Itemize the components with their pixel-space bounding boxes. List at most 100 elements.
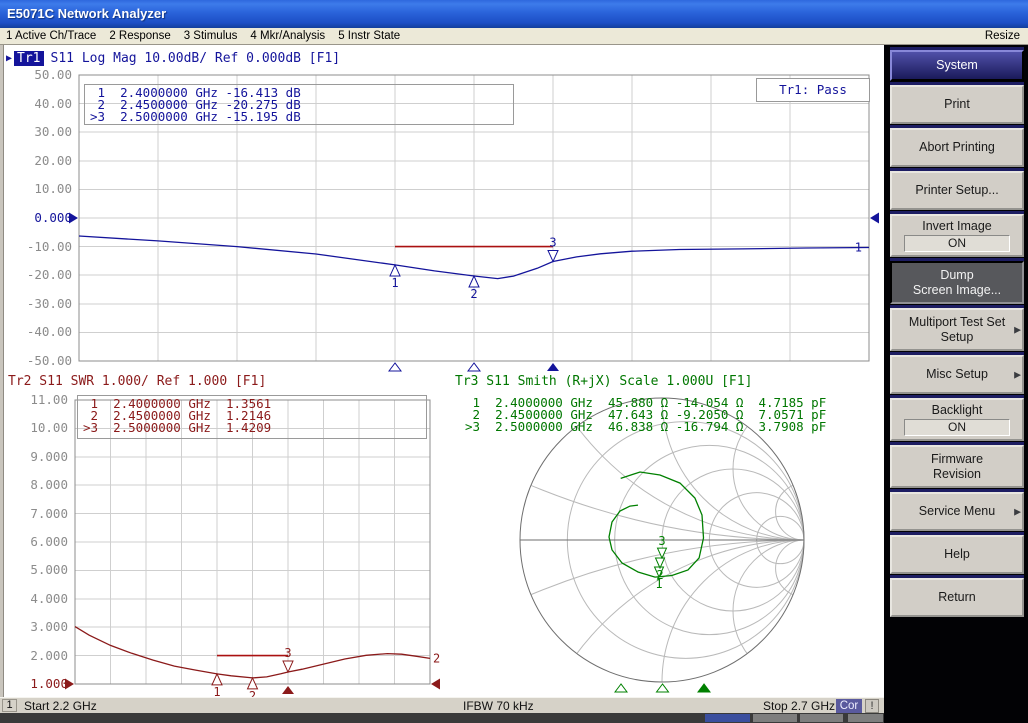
softkey-label: Dump xyxy=(940,268,973,283)
marker-row: >3 2.5000000 GHz -15.195 dB xyxy=(90,111,513,123)
window-title: E5071C Network Analyzer xyxy=(7,6,166,21)
taskbar-sliver xyxy=(0,713,884,723)
svg-text:3: 3 xyxy=(549,235,556,249)
submenu-arrow-icon: ▶ xyxy=(1014,506,1021,517)
softkey-label: Help xyxy=(944,547,970,562)
softkey-state-indicator: ON xyxy=(904,419,1010,436)
marker-3-stimulus xyxy=(282,686,294,694)
svg-text:2: 2 xyxy=(249,689,256,697)
softkey-return[interactable]: Return xyxy=(890,578,1024,617)
softkey-state-indicator: ON xyxy=(904,235,1010,252)
marker-row: >3 2.5000000 GHz 1.4209 xyxy=(83,422,426,434)
charts-canvas: 12311232123 xyxy=(0,45,884,697)
stop-frequency-label: Stop 2.7 GHz xyxy=(763,699,835,713)
tr2-chart: 1 2 3 2 xyxy=(65,400,440,697)
submenu-arrow-icon: ▶ xyxy=(1014,369,1021,380)
svg-text:3: 3 xyxy=(658,534,665,548)
tr3-marker-table: 1 2.4000000 GHz 45.880 Ω -14.054 Ω 4.718… xyxy=(460,395,862,439)
marker-3 xyxy=(548,250,558,261)
softkey-label: Abort Printing xyxy=(919,140,995,155)
menu-item-resize[interactable]: Resize xyxy=(985,30,1020,42)
channel-status-bar: 1 Start 2.2 GHz IFBW 70 kHz Stop 2.7 GHz… xyxy=(0,697,884,713)
softkey-print[interactable]: Print xyxy=(890,85,1024,124)
softkey-label: Backlight xyxy=(932,403,983,418)
tr2-ref-arrow-right xyxy=(431,679,440,690)
application-window: E5071C Network Analyzer 1 Active Ch/Trac… xyxy=(0,0,1028,723)
softkey-abort-printing[interactable]: Abort Printing xyxy=(890,128,1024,167)
marker-1-stimulus xyxy=(389,363,401,371)
softkey-firmware-revision[interactable]: FirmwareRevision xyxy=(890,445,1024,488)
softkey-label: Setup xyxy=(941,330,974,345)
ifbw-label: IFBW 70 kHz xyxy=(463,699,534,713)
correction-status-badge: Cor xyxy=(836,699,862,713)
marker-2-stimulus xyxy=(657,684,669,692)
softkey-label: Revision xyxy=(933,467,981,482)
menu-item-5-instr-state[interactable]: 5 Instr State xyxy=(338,30,400,42)
softkey-label: Misc Setup xyxy=(926,367,988,382)
marker-1 xyxy=(212,674,222,685)
tr1-header: ▶ Tr1 S11 Log Mag 10.00dB/ Ref 0.000dB [… xyxy=(6,50,340,66)
menu-bar: 1 Active Ch/Trace 2 Response 3 Stimulus 4 M… xyxy=(0,28,1028,45)
tr1-header-text: S11 Log Mag 10.00dB/ Ref 0.000dB [F1] xyxy=(51,51,341,66)
marker-1 xyxy=(390,265,400,276)
tr2-marker-table: 1 2.4000000 GHz 1.3561 2 2.4500000 GHz 1… xyxy=(77,395,427,439)
softkey-label: Return xyxy=(938,590,976,605)
softkey-backlight[interactable]: BacklightON xyxy=(890,398,1024,441)
taskbar-item[interactable] xyxy=(800,714,843,722)
active-trace-badge[interactable]: Tr1 xyxy=(14,51,43,66)
svg-text:2: 2 xyxy=(470,287,477,301)
svg-text:3: 3 xyxy=(284,646,291,660)
marker-2 xyxy=(248,678,258,689)
svg-text:1: 1 xyxy=(213,685,220,697)
window-titlebar: E5071C Network Analyzer xyxy=(0,0,1028,28)
menu-item-1-active-ch-trace[interactable]: 1 Active Ch/Trace xyxy=(6,30,96,42)
marker-3-stimulus xyxy=(698,684,710,692)
tr1-trace-number: 1 xyxy=(855,240,862,254)
marker-1-stimulus xyxy=(615,684,627,692)
svg-text:1: 1 xyxy=(391,276,398,290)
softkey-invert-image[interactable]: Invert ImageON xyxy=(890,214,1024,257)
taskbar-item[interactable] xyxy=(848,714,883,722)
softkey-service-menu[interactable]: Service Menu ▶ xyxy=(890,492,1024,531)
tr2-header[interactable]: Tr2 S11 SWR 1.000/ Ref 1.000 [F1] xyxy=(8,374,266,389)
marker-3 xyxy=(658,548,667,558)
taskbar-item[interactable] xyxy=(705,714,750,722)
softkey-multiport-test-set-setup[interactable]: Multiport Test SetSetup ▶ xyxy=(890,308,1024,351)
menu-item-3-stimulus[interactable]: 3 Stimulus xyxy=(184,30,238,42)
alert-badge: ! xyxy=(865,699,879,713)
svg-text:2: 2 xyxy=(656,568,663,582)
marker-row: >3 2.5000000 GHz 46.838 Ω -16.794 Ω 3.79… xyxy=(465,421,862,433)
active-trace-arrow-icon: ▶ xyxy=(6,53,12,64)
softkey-menu-title-label: System xyxy=(936,58,978,73)
start-frequency-label: Start 2.2 GHz xyxy=(24,699,97,713)
marker-3-stimulus xyxy=(547,363,559,371)
softkey-dump-screen-image[interactable]: DumpScreen Image... xyxy=(890,261,1024,304)
submenu-arrow-icon: ▶ xyxy=(1014,324,1021,335)
tr2-trace-number: 2 xyxy=(433,651,440,665)
marker-2-stimulus xyxy=(468,363,480,371)
softkey-panel: System Print Abort Printing Printer Setup.… xyxy=(884,45,1028,723)
tr3-header[interactable]: Tr3 S11 Smith (R+jX) Scale 1.000U [F1] xyxy=(455,374,752,389)
softkey-misc-setup[interactable]: Misc Setup ▶ xyxy=(890,355,1024,394)
softkey-label: Service Menu xyxy=(919,504,995,519)
tr1-ref-arrow-left xyxy=(69,213,78,224)
softkey-label: Multiport Test Set xyxy=(909,315,1005,330)
softkey-label: Print xyxy=(944,97,970,112)
softkey-label: Firmware xyxy=(931,452,983,467)
tr1-pass-status: Tr1: Pass xyxy=(756,78,870,102)
softkey-help[interactable]: Help xyxy=(890,535,1024,574)
channel-indicator: 1 xyxy=(2,699,17,712)
tr2-ref-arrow-left xyxy=(65,679,74,690)
softkey-label: Printer Setup... xyxy=(915,183,998,198)
menu-item-2-response[interactable]: 2 Response xyxy=(109,30,170,42)
menu-item-4-mkr-analysis[interactable]: 4 Mkr/Analysis xyxy=(250,30,325,42)
softkey-menu-title: System xyxy=(890,50,1024,81)
taskbar-item[interactable] xyxy=(753,714,797,722)
marker-2 xyxy=(469,276,479,287)
tr1-marker-table: 1 2.4000000 GHz -16.413 dB 2 2.4500000 G… xyxy=(84,84,514,125)
softkey-label: Invert Image xyxy=(922,219,991,234)
marker-3 xyxy=(283,661,293,672)
softkey-label: Screen Image... xyxy=(913,283,1001,298)
softkey-printer-setup[interactable]: Printer Setup... xyxy=(890,171,1024,210)
tr1-ref-arrow-right xyxy=(870,213,879,224)
